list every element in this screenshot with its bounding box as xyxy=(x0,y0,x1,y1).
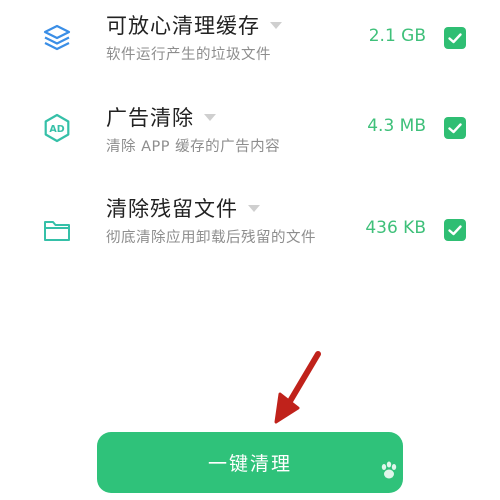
watermark-text: Bai 经验 xyxy=(403,463,458,479)
item-title: 清除残留文件 xyxy=(106,197,238,221)
caret-down-icon[interactable] xyxy=(248,204,260,212)
item-size: 436 KB xyxy=(365,218,426,238)
item-title-row[interactable]: 广告清除 xyxy=(106,102,216,132)
svg-text:AD: AD xyxy=(49,124,64,135)
one-click-clean-button[interactable]: 一键清理 xyxy=(97,432,403,493)
folder-icon xyxy=(40,213,74,247)
paw-logo-icon xyxy=(378,459,400,481)
item-title-row[interactable]: 可放心清理缓存 xyxy=(106,10,282,40)
item-size: 2.1 GB xyxy=(368,26,426,46)
annotation-arrow xyxy=(268,350,328,428)
ad-badge-icon: AD xyxy=(40,111,74,145)
item-title: 广告清除 xyxy=(106,106,194,130)
item-title: 可放心清理缓存 xyxy=(106,14,260,38)
caret-down-icon[interactable] xyxy=(204,113,216,121)
item-checkbox[interactable] xyxy=(444,219,466,241)
item-description: 清除 APP 缓存的广告内容 xyxy=(106,139,281,155)
layers-icon xyxy=(40,20,74,54)
item-checkbox[interactable] xyxy=(444,117,466,139)
item-description: 软件运行产生的垃圾文件 xyxy=(106,47,271,63)
item-size: 4.3 MB xyxy=(367,116,426,136)
item-description: 彻底清除应用卸载后残留的文件 xyxy=(106,230,316,246)
item-checkbox[interactable] xyxy=(444,27,466,49)
caret-down-icon[interactable] xyxy=(270,21,282,29)
watermark: Bai 经验 xyxy=(378,452,494,488)
item-title-row[interactable]: 清除残留文件 xyxy=(106,193,260,223)
